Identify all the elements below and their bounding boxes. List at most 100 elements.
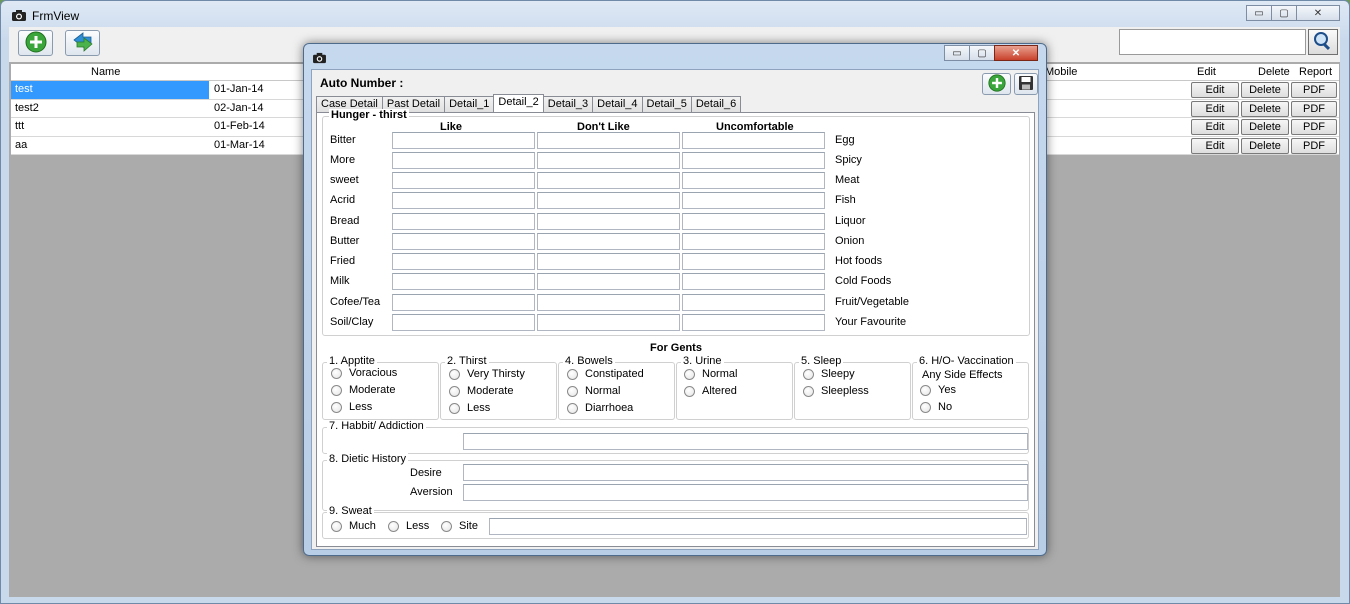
pdf-button[interactable]: PDF xyxy=(1291,119,1337,135)
dont-like-input[interactable] xyxy=(537,273,680,290)
sweat-less-radio[interactable] xyxy=(388,521,399,532)
like-input[interactable] xyxy=(392,233,535,250)
cell-name[interactable]: ttt xyxy=(15,120,24,132)
dont-like-input[interactable] xyxy=(537,294,680,311)
sweat-site-radio[interactable] xyxy=(441,521,452,532)
cell-name[interactable]: test2 xyxy=(15,102,39,114)
delete-button[interactable]: Delete xyxy=(1241,100,1289,117)
aversion-input[interactable] xyxy=(463,484,1028,501)
dont-like-input[interactable] xyxy=(537,152,680,169)
like-input[interactable] xyxy=(392,192,535,209)
habbit-input[interactable] xyxy=(463,433,1028,450)
option-radio[interactable] xyxy=(449,386,460,397)
like-input[interactable] xyxy=(392,152,535,169)
option-radio[interactable] xyxy=(331,402,342,413)
dialog-maximize-button[interactable]: ▢ xyxy=(969,45,995,61)
uncomfortable-input[interactable] xyxy=(682,294,825,311)
tab-detail-2[interactable]: Detail_2 xyxy=(493,94,544,112)
option-radio[interactable] xyxy=(684,369,695,380)
col-header-report: Report xyxy=(1299,66,1333,78)
like-input[interactable] xyxy=(392,213,535,230)
like-input[interactable] xyxy=(392,253,535,270)
dont-like-input[interactable] xyxy=(537,314,680,331)
desire-input[interactable] xyxy=(463,464,1028,481)
pdf-button[interactable]: PDF xyxy=(1291,137,1337,154)
search-input[interactable] xyxy=(1119,29,1306,55)
cell-name[interactable]: aa xyxy=(15,139,27,151)
option-label: Less xyxy=(349,401,373,413)
uncomfortable-input[interactable] xyxy=(682,233,825,250)
uncomfortable-input[interactable] xyxy=(682,273,825,290)
pdf-button[interactable]: PDF xyxy=(1291,82,1337,98)
option-label: Voracious xyxy=(349,367,398,379)
option-radio[interactable] xyxy=(920,385,931,396)
option-radio[interactable] xyxy=(803,386,814,397)
tab-detail-3[interactable]: Detail_3 xyxy=(542,96,594,112)
dont-like-input[interactable] xyxy=(537,132,680,149)
bowels-title: 4. Bowels xyxy=(563,355,615,367)
like-input[interactable] xyxy=(392,294,535,311)
tab-detail-5[interactable]: Detail_5 xyxy=(641,96,692,112)
search-button[interactable] xyxy=(1308,29,1338,55)
dont-like-input[interactable] xyxy=(537,233,680,250)
refresh-button[interactable] xyxy=(65,30,100,56)
dialog-minimize-button[interactable]: ▭ xyxy=(944,45,970,61)
uncomfortable-input[interactable] xyxy=(682,253,825,270)
option-label: No xyxy=(938,401,953,413)
tab-detail-6[interactable]: Detail_6 xyxy=(690,96,742,112)
delete-button[interactable]: Delete xyxy=(1241,119,1289,135)
tab-detail-4[interactable]: Detail_4 xyxy=(592,96,643,112)
like-input[interactable] xyxy=(392,172,535,189)
maximize-button[interactable]: ▢ xyxy=(1271,5,1297,21)
dialog-close-button[interactable]: ✕ xyxy=(994,45,1038,61)
delete-button[interactable]: Delete xyxy=(1241,82,1289,98)
like-input[interactable] xyxy=(392,314,535,331)
uncomfortable-input[interactable] xyxy=(682,172,825,189)
edit-button[interactable]: Edit xyxy=(1191,82,1239,98)
delete-button[interactable]: Delete xyxy=(1241,137,1289,154)
minimize-button[interactable]: ▭ xyxy=(1246,5,1272,21)
option-radio[interactable] xyxy=(803,369,814,380)
sweat-much-radio[interactable] xyxy=(331,521,342,532)
dialog-add-button[interactable] xyxy=(982,73,1011,95)
option-radio[interactable] xyxy=(449,369,460,380)
option-radio[interactable] xyxy=(567,369,578,380)
option-radio[interactable] xyxy=(449,403,460,414)
add-record-button[interactable] xyxy=(18,30,53,56)
detail-dialog: ▭ ▢ ✕ Auto Number : Case Detail Past Det… xyxy=(303,43,1047,556)
like-input[interactable] xyxy=(392,273,535,290)
option-radio[interactable] xyxy=(684,386,695,397)
uncomfortable-input[interactable] xyxy=(682,132,825,149)
hunger-row-label: Bitter xyxy=(330,134,356,146)
edit-button[interactable]: Edit xyxy=(1191,100,1239,117)
uncomfortable-input[interactable] xyxy=(682,314,825,331)
option-radio[interactable] xyxy=(331,368,342,379)
edit-button[interactable]: Edit xyxy=(1191,119,1239,135)
dont-like-input[interactable] xyxy=(537,253,680,270)
hunger-row-label: More xyxy=(330,154,356,166)
option-radio[interactable] xyxy=(567,386,578,397)
dont-like-input[interactable] xyxy=(537,213,680,230)
sweat-site-input[interactable] xyxy=(489,518,1027,535)
hunger-row-label: Butter xyxy=(330,235,360,247)
dont-like-input[interactable] xyxy=(537,192,680,209)
vaccination-title: 6. H/O- Vaccination xyxy=(917,355,1016,367)
option-radio[interactable] xyxy=(920,402,931,413)
aversion-label: Aversion xyxy=(410,486,453,498)
edit-button[interactable]: Edit xyxy=(1191,137,1239,154)
uncomfortable-input[interactable] xyxy=(682,213,825,230)
uncomfortable-input[interactable] xyxy=(682,152,825,169)
tab-detail-1[interactable]: Detail_1 xyxy=(444,96,495,112)
sweat-site-label: Site xyxy=(459,520,478,532)
like-input[interactable] xyxy=(392,132,535,149)
close-button[interactable]: ✕ xyxy=(1296,5,1340,21)
uncomfortable-input[interactable] xyxy=(682,192,825,209)
detail-2-panel: Hunger - thirst Like Don't Like Uncomfor… xyxy=(316,109,1035,547)
option-radio[interactable] xyxy=(331,385,342,396)
option-radio[interactable] xyxy=(567,403,578,414)
save-button[interactable] xyxy=(1014,73,1038,95)
dont-like-input[interactable] xyxy=(537,172,680,189)
cell-name[interactable]: test xyxy=(11,81,209,99)
pdf-button[interactable]: PDF xyxy=(1291,100,1337,117)
hunger-row-right-label: Cold Foods xyxy=(835,275,892,287)
